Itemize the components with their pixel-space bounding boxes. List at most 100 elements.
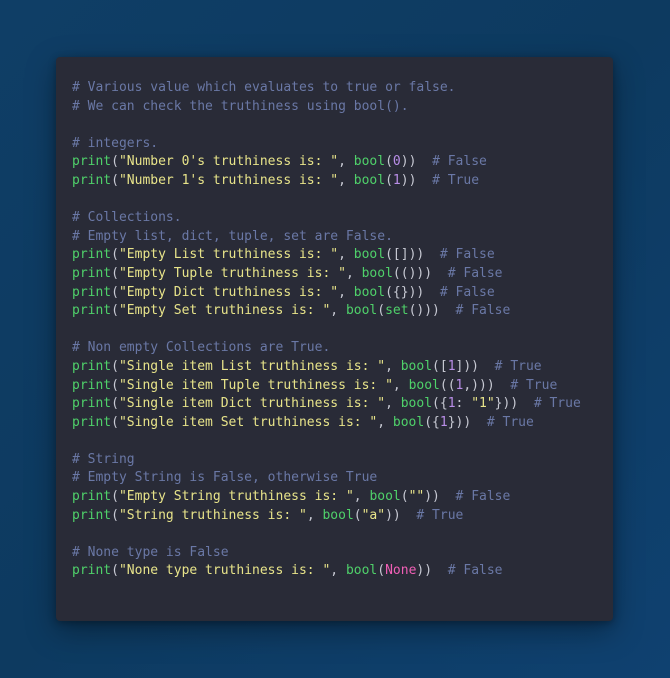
comment-token: # False <box>439 247 495 263</box>
function-token: bool <box>345 563 378 579</box>
punctuation-token: ,))) <box>463 377 495 393</box>
punctuation-token: ( <box>377 563 386 579</box>
code-card: # Various value which evaluates to true … <box>56 57 613 621</box>
function-token: print <box>72 284 112 300</box>
function-token: print <box>72 377 112 393</box>
punctuation-token: ())) <box>408 303 440 319</box>
punctuation-token: ( <box>111 396 119 412</box>
code-line: print("Number 0's truthiness is: ", bool… <box>72 153 581 172</box>
punctuation-token: ( <box>111 377 119 393</box>
punctuation-token <box>432 266 448 281</box>
punctuation-token: , <box>306 507 323 523</box>
function-token: print <box>72 172 112 188</box>
function-token: bool <box>353 172 386 188</box>
number-token: 1 <box>447 396 456 412</box>
blank-line: ​ <box>72 525 581 544</box>
blank-line: ​ <box>72 432 581 451</box>
punctuation-token: ( <box>111 414 119 430</box>
comment-token: # True <box>432 172 480 188</box>
punctuation-token <box>424 285 440 300</box>
blank-line: ​ <box>72 321 581 340</box>
code-line: print("None type truthiness is: ", bool(… <box>72 562 581 581</box>
punctuation-token: ( <box>377 303 386 319</box>
punctuation-token: })) <box>447 414 472 430</box>
punctuation-token: , <box>338 154 354 170</box>
string-token: "Empty List truthiness is: " <box>118 247 339 263</box>
punctuation-token: , <box>330 563 346 579</box>
code-line: print("Empty Tuple truthiness is: ", boo… <box>72 265 581 284</box>
punctuation-token: , <box>338 172 354 188</box>
punctuation-token: )) <box>385 507 401 523</box>
code-line: # String <box>72 451 581 470</box>
punctuation-token: , <box>338 247 354 263</box>
comment-token: # False <box>447 563 503 579</box>
punctuation-token: ([ <box>432 358 448 374</box>
number-token: 1 <box>392 172 401 188</box>
comment-token: # True <box>416 507 464 523</box>
comment-token: # Various value which evaluates to true … <box>72 80 456 95</box>
punctuation-token: , <box>345 265 362 281</box>
punctuation-token: ( <box>111 154 119 170</box>
code-line: print("Empty List truthiness is: ", bool… <box>72 246 581 265</box>
punctuation-token: ( <box>111 284 119 300</box>
comment-token: # True <box>494 358 542 374</box>
punctuation-token: })) <box>494 396 519 412</box>
code-line: print("Single item List truthiness is: "… <box>72 358 581 377</box>
punctuation-token: ( <box>111 563 119 579</box>
comment-token: # String <box>72 451 135 467</box>
punctuation-token <box>424 247 440 262</box>
comment-token: # False <box>432 154 487 170</box>
string-token: "None type truthiness is: " <box>118 563 331 579</box>
string-token: "" <box>408 489 425 505</box>
punctuation-token: (())) <box>392 265 433 281</box>
comment-token: # False <box>447 265 503 281</box>
punctuation-token: ({ <box>424 414 440 430</box>
code-line: # Non empty Collections are True. <box>72 339 581 358</box>
code-block: # Various value which evaluates to true … <box>72 79 581 581</box>
punctuation-token: , <box>392 377 409 393</box>
function-token: print <box>72 396 112 412</box>
function-token: bool <box>400 358 433 374</box>
code-line: print("Empty Dict truthiness is: ", bool… <box>72 284 581 303</box>
string-token: "String truthiness is: " <box>118 507 307 523</box>
function-token: print <box>72 563 112 579</box>
code-line: # Empty list, dict, tuple, set are False… <box>72 228 581 247</box>
punctuation-token: )) <box>416 563 433 579</box>
punctuation-token: ( <box>111 303 119 319</box>
punctuation-token: , <box>385 358 401 374</box>
comment-token: # Empty list, dict, tuple, set are False… <box>72 228 393 244</box>
punctuation-token: ( <box>111 265 119 281</box>
string-token: "a" <box>361 507 386 523</box>
string-token: "Empty Tuple truthiness is: " <box>118 265 346 281</box>
punctuation-token <box>416 154 432 169</box>
punctuation-token: ( <box>111 358 119 374</box>
punctuation-token <box>495 378 511 393</box>
function-token: print <box>72 358 112 374</box>
string-token: "1" <box>471 396 495 412</box>
string-token: "Number 1's truthiness is: " <box>118 172 339 188</box>
punctuation-token: ( <box>111 507 119 523</box>
punctuation-token: ( <box>111 489 119 505</box>
punctuation-token: (( <box>439 377 456 393</box>
function-token: bool <box>353 154 386 170</box>
comment-token: # True <box>533 396 581 412</box>
code-line: # Empty String is False, otherwise True <box>72 469 581 488</box>
string-token: "Single item Set truthiness is: " <box>118 414 378 430</box>
function-token: print <box>72 507 112 523</box>
function-token: bool <box>345 303 378 319</box>
string-token: "Single item Dict truthiness is: " <box>118 396 386 412</box>
string-token: "Single item List truthiness is: " <box>118 358 386 374</box>
punctuation-token: , <box>385 396 401 412</box>
comment-token: # Empty String is False, otherwise True <box>72 470 378 486</box>
function-token: print <box>72 265 112 281</box>
punctuation-token: , <box>330 303 346 319</box>
constant-token: None <box>385 563 417 579</box>
code-line: print("Single item Tuple truthiness is: … <box>72 377 581 396</box>
code-line: print("Single item Set truthiness is: ",… <box>72 414 581 433</box>
comment-token: # True <box>510 377 558 393</box>
punctuation-token: ])) <box>455 358 480 374</box>
punctuation-token: , <box>377 414 393 430</box>
function-token: bool <box>322 507 354 523</box>
punctuation-token <box>432 563 448 578</box>
punctuation-token: ({})) <box>385 284 425 300</box>
